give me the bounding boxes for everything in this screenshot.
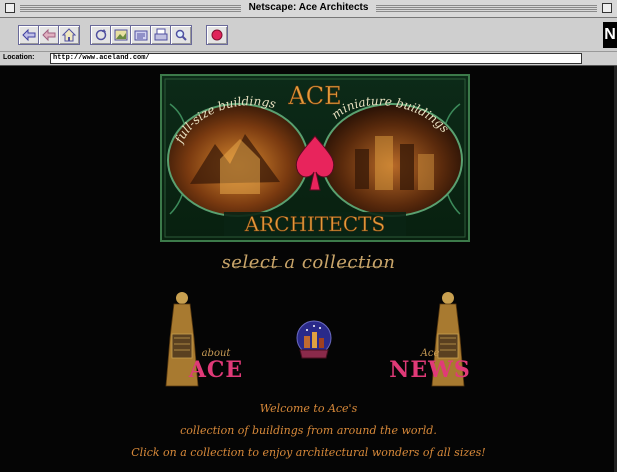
open-button[interactable] [130,25,152,45]
browser-window: Netscape: Ace Architects N Location: htt… [0,0,617,472]
ace-news-big: NEWS [389,357,471,383]
select-collection-heading: select a collection [221,252,396,273]
window-title: Netscape: Ace Architects [0,2,617,13]
open-icon [134,30,148,41]
print-icon [154,28,168,41]
zoom-box[interactable] [602,3,612,13]
welcome-line-1: Welcome to Ace's [259,402,358,415]
forward-arrow-icon [42,28,56,42]
reload-button[interactable] [90,25,112,45]
location-bar: Location: http://www.aceland.com/ [0,52,617,66]
location-input[interactable]: http://www.aceland.com/ [50,53,582,64]
welcome-line-2: collection of buildings from around the … [180,424,437,437]
welcome-line-3: Click on a collection to enjoy architect… [131,446,486,459]
reload-icon [95,29,107,41]
ace-news-link[interactable]: Ace NEWS [388,348,472,381]
banner-ace-text: ACE [287,82,341,110]
forward-button[interactable] [38,25,60,45]
back-button[interactable] [18,25,40,45]
ace-architects-banner[interactable]: full-size buildings miniature buildings … [160,74,470,242]
stop-button[interactable] [206,25,228,45]
back-arrow-icon [22,28,36,42]
snow-globe-icon[interactable] [292,318,336,362]
title-bar: Netscape: Ace Architects [0,0,617,18]
print-button[interactable] [150,25,172,45]
stop-icon [211,29,223,41]
netscape-logo[interactable]: N [603,22,617,48]
banner-architects-text: ARCHITECTS [244,212,385,236]
page-content: full-size buildings miniature buildings … [0,66,617,472]
home-button[interactable] [58,25,80,45]
images-icon [114,29,128,41]
about-ace-big: ACE [188,357,244,383]
home-icon [61,28,77,42]
location-label: Location: [3,54,35,61]
toolbar: N [0,18,617,52]
find-icon [175,29,187,41]
about-ace-link[interactable]: about ACE [186,348,246,381]
welcome-message: Welcome to Ace's collection of buildings… [0,398,617,464]
find-button[interactable] [170,25,192,45]
images-button[interactable] [110,25,132,45]
